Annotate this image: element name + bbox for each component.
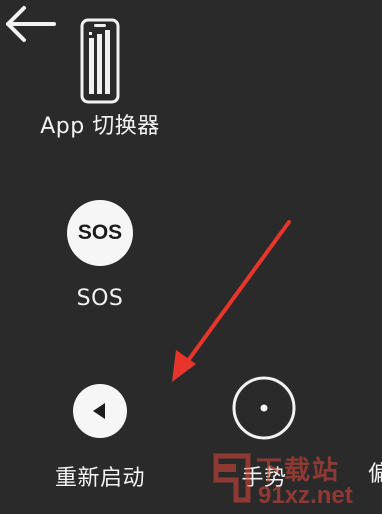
gestures-label: 手势 — [241, 466, 287, 491]
sos-icon: SOS — [67, 200, 133, 266]
assistive-touch-panel: App 切换器 SOS SOS 重新启动 手势 偏 下载站 91xz.net — [0, 0, 382, 514]
play-left-icon — [73, 384, 127, 438]
gestures-button[interactable]: 手势 — [214, 376, 314, 492]
sos-label: SOS — [76, 286, 124, 311]
sos-icon-text: SOS — [77, 221, 123, 244]
restart-label: 重新启动 — [54, 466, 145, 491]
app-switcher-icon — [80, 18, 120, 104]
gesture-circle-icon — [232, 376, 296, 440]
app-switcher-button[interactable]: App 切换器 — [24, 18, 176, 140]
sos-button[interactable]: SOS SOS — [50, 200, 150, 312]
app-switcher-label: App 切换器 — [40, 114, 160, 139]
restart-button[interactable]: 重新启动 — [40, 384, 160, 492]
partial-item-label: 偏 — [368, 462, 382, 487]
